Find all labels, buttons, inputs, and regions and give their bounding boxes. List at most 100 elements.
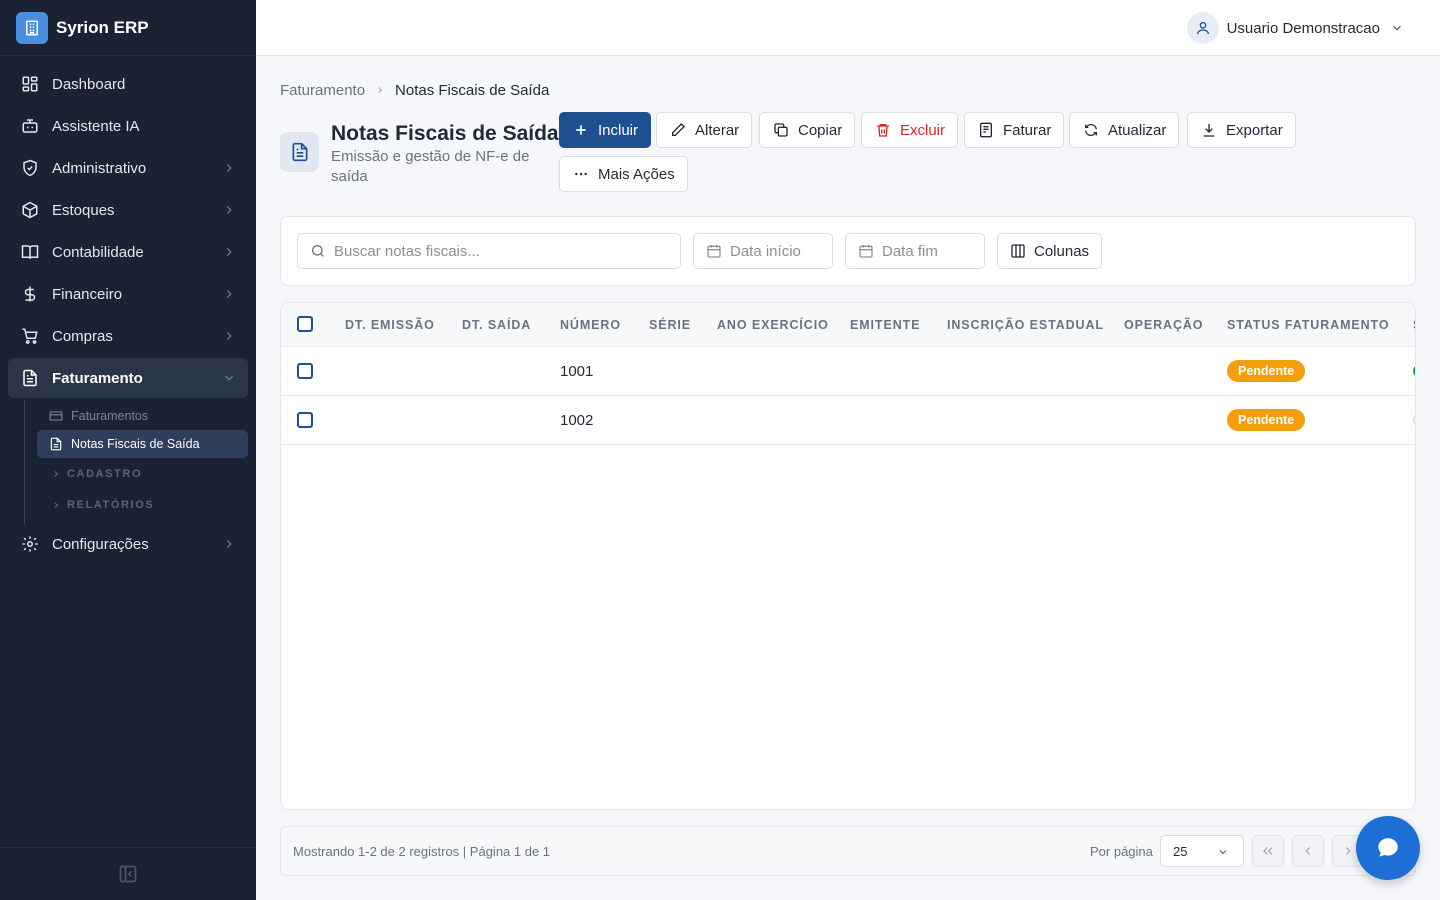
sidebar-item-financeiro[interactable]: Financeiro — [8, 274, 248, 314]
chevron-right-icon — [222, 245, 236, 259]
export-button[interactable]: Exportar — [1187, 112, 1296, 148]
column-header[interactable]: OPERAÇÃO — [1124, 318, 1203, 332]
column-header[interactable]: S — [1413, 318, 1415, 332]
select-all-checkbox[interactable] — [297, 316, 313, 332]
sidebar-group-relatorios[interactable]: RELATÓRIOS — [37, 489, 248, 520]
sidebar-item-label: Dashboard — [52, 75, 126, 93]
chevron-right-icon — [222, 329, 236, 343]
more-horizontal-icon — [572, 165, 590, 183]
chevron-down-icon — [222, 371, 236, 385]
chevron-down-icon — [1217, 846, 1229, 858]
chevron-left-icon — [1301, 844, 1315, 858]
column-header[interactable]: DT. SAÍDA — [462, 318, 531, 332]
per-page-select[interactable]: 25 — [1160, 835, 1244, 867]
more-actions-button[interactable]: Mais Ações — [559, 156, 688, 192]
sidebar: Syrion ERP Dashboard Assistente IA Admin… — [0, 0, 256, 900]
cart-icon — [20, 326, 40, 346]
status-badge: Pendente — [1227, 409, 1306, 431]
sidebar-item-label: Configurações — [52, 535, 149, 553]
columns-icon — [1010, 243, 1026, 259]
sidebar-item-label: Administrativo — [52, 159, 147, 177]
chevron-right-icon — [51, 500, 61, 510]
prev-page-button[interactable] — [1292, 835, 1324, 867]
copy-label: Copiar — [798, 121, 843, 139]
download-icon — [1200, 121, 1218, 139]
sidebar-item-administrativo[interactable]: Administrativo — [8, 148, 248, 188]
chevron-right-icon — [375, 85, 385, 95]
breadcrumb: Faturamento Notas Fiscais de Saída — [280, 81, 549, 99]
column-header[interactable]: ANO EXERCÍCIO — [717, 318, 829, 332]
pagination-info: Mostrando 1-2 de 2 registros | Página 1 … — [293, 844, 551, 859]
columns-label: Colunas — [1034, 242, 1090, 260]
bot-icon — [20, 116, 40, 136]
sidebar-subitem-faturamentos[interactable]: Faturamentos — [37, 402, 248, 430]
row-checkbox[interactable] — [297, 412, 313, 428]
column-header[interactable]: STATUS FATURAMENTO — [1227, 318, 1390, 332]
column-header[interactable]: NÚMERO — [560, 318, 621, 332]
chevron-right-icon — [222, 537, 236, 551]
page-title: Notas Fiscais de Saída — [331, 122, 559, 145]
sidebar-item-label: Financeiro — [52, 285, 123, 303]
sidebar-item-label: Compras — [52, 327, 113, 345]
first-page-button[interactable] — [1252, 835, 1284, 867]
sidebar-item-faturamento[interactable]: Faturamento — [8, 358, 248, 398]
collapse-sidebar-button[interactable] — [0, 847, 256, 900]
columns-button[interactable]: Colunas — [997, 233, 1103, 269]
page-subtitle: Emissão e gestão de NF-e de saída — [331, 148, 530, 185]
sidebar-item-assistente-ia[interactable]: Assistente IA — [8, 106, 248, 146]
app-name: Syrion ERP — [56, 17, 149, 37]
more-actions-label: Mais Ações — [598, 165, 675, 183]
sidebar-subitem-notas-fiscais-saida[interactable]: Notas Fiscais de Saída — [37, 430, 248, 458]
column-header[interactable]: DT. EMISSÃO — [345, 318, 435, 332]
sidebar-item-estoques[interactable]: Estoques — [8, 190, 248, 230]
sidebar-item-label: Faturamento — [52, 369, 143, 387]
pencil-icon — [669, 121, 687, 139]
per-page-value: 25 — [1173, 843, 1188, 859]
sidebar-nav: Dashboard Assistente IA Administrativo E… — [0, 56, 256, 564]
sidebar-item-configuracoes[interactable]: Configurações — [8, 524, 248, 564]
trash-icon — [874, 121, 892, 139]
copy-button[interactable]: Copiar — [759, 112, 856, 148]
document-icon — [280, 132, 319, 172]
topbar: Usuario Demonstracao — [256, 0, 1440, 56]
receipt-icon — [20, 368, 40, 388]
edit-button[interactable]: Alterar — [656, 112, 753, 148]
date-start-field[interactable]: Data início — [693, 233, 833, 269]
table-header: DT. EMISSÃO DT. SAÍDA NÚMERO SÉRIE ANO E… — [281, 303, 1415, 347]
sidebar-item-label: Assistente IA — [52, 117, 140, 135]
chevron-right-icon — [222, 161, 236, 175]
delete-label: Excluir — [900, 121, 946, 139]
sidebar-item-compras[interactable]: Compras — [8, 316, 248, 356]
user-name: Usuario Demonstracao — [1226, 19, 1380, 37]
delete-button[interactable]: Excluir — [861, 112, 959, 148]
column-header[interactable]: EMITENTE — [850, 318, 920, 332]
column-header[interactable]: INSCRIÇÃO ESTADUAL — [947, 318, 1104, 332]
sidebar-item-dashboard[interactable]: Dashboard — [8, 64, 248, 104]
column-header[interactable]: SÉRIE — [649, 318, 691, 332]
row-checkbox[interactable] — [297, 363, 313, 379]
include-label: Incluir — [598, 121, 639, 139]
include-button[interactable]: Incluir — [559, 112, 652, 148]
date-end-field[interactable]: Data fim — [845, 233, 985, 269]
sidebar-group-label: RELATÓRIOS — [67, 498, 155, 511]
shield-icon — [20, 158, 40, 178]
user-menu[interactable]: Usuario Demonstracao — [1186, 12, 1404, 44]
calendar-icon — [858, 243, 874, 259]
gear-icon — [20, 534, 40, 554]
invoices-table: DT. EMISSÃO DT. SAÍDA NÚMERO SÉRIE ANO E… — [280, 302, 1416, 810]
chevrons-left-icon — [1261, 844, 1275, 858]
search-input[interactable] — [334, 242, 654, 260]
sidebar-subitem-label: Notas Fiscais de Saída — [71, 437, 200, 451]
invoice-button[interactable]: Faturar — [964, 112, 1065, 148]
breadcrumb-parent[interactable]: Faturamento — [280, 82, 365, 99]
building-icon — [16, 11, 48, 44]
sidebar-item-contabilidade[interactable]: Contabilidade — [8, 232, 248, 272]
table-row[interactable]: 1002 Pendente — [281, 396, 1415, 445]
pagination-bar: Mostrando 1-2 de 2 registros | Página 1 … — [280, 826, 1416, 876]
sidebar-group-cadastro[interactable]: CADASTRO — [37, 458, 248, 489]
refresh-button[interactable]: Atualizar — [1069, 112, 1180, 148]
table-row[interactable]: 1001 Pendente — [281, 347, 1415, 396]
brand[interactable]: Syrion ERP — [0, 0, 256, 56]
chevron-down-icon — [1390, 21, 1404, 35]
chat-button[interactable] — [1356, 816, 1420, 880]
